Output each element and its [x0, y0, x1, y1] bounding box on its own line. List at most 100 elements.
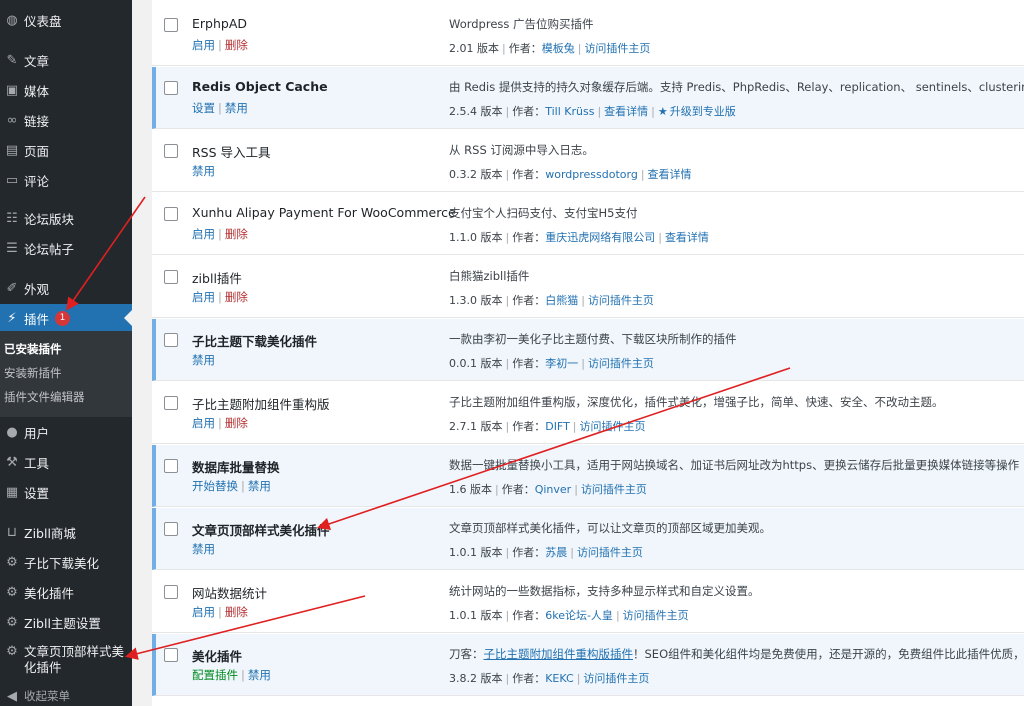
sidebar-item-13[interactable]: ⊔ Zibll商城: [0, 518, 132, 546]
plugin-action-link[interactable]: 启用: [192, 38, 215, 52]
sidebar-item-label: 美化插件: [24, 585, 75, 601]
sidebar-item-9[interactable]: ⚡ 插件 1: [0, 304, 132, 332]
plugin-meta-link[interactable]: 升级到专业版: [670, 105, 736, 118]
plugin-meta-link[interactable]: 访问插件主页: [577, 546, 643, 559]
plugin-author-link[interactable]: DIFT: [545, 420, 570, 433]
plugin-version: 0.0.1 版本: [449, 357, 503, 370]
plugin-meta-link[interactable]: 查看详情: [604, 105, 648, 118]
plugin-action-link[interactable]: 禁用: [225, 101, 248, 115]
plugin-meta: 1.0.1 版本 | 作者：6ke论坛-人皇 | 访问插件主页: [449, 607, 689, 623]
plugin-author-link[interactable]: 李初一: [545, 357, 578, 370]
sidebar-item-3[interactable]: ∞ 链接: [0, 106, 132, 134]
author-label: 作者：: [512, 357, 546, 370]
plugin-name: 文章页顶部样式美化插件: [192, 523, 330, 538]
plugin-author-link[interactable]: KEKC: [545, 672, 573, 685]
plugin-row: 数据库批量替换 开始替换 | 禁用 数据一键批量替换小工具，适用于网站换域名、加证书后网…: [152, 445, 1024, 507]
plugin-checkbox[interactable]: [164, 333, 178, 347]
plugin-checkbox[interactable]: [164, 648, 178, 662]
plugin-meta-link[interactable]: 访问插件主页: [588, 294, 654, 307]
plugin-checkbox[interactable]: [164, 585, 178, 599]
plugin-meta-link[interactable]: 访问插件主页: [588, 357, 654, 370]
plugin-action-link[interactable]: 启用: [192, 290, 215, 304]
plugin-row: 子比主题下载美化插件 禁用 一款由李初一美化子比主题付费、下载区块所制作的插件 0.0…: [152, 319, 1024, 381]
separator: |: [505, 294, 510, 307]
plugin-action-link[interactable]: 禁用: [192, 164, 215, 178]
sidebar-item-5[interactable]: ▭ 评论: [0, 166, 132, 194]
plugin-icon: ⚡: [7, 310, 17, 326]
sidebar-item-4[interactable]: ▤ 页面: [0, 136, 132, 164]
plugin-checkbox[interactable]: [164, 522, 178, 536]
sidebar-item-2[interactable]: ▣ 媒体: [0, 76, 132, 104]
plugin-action-link[interactable]: 删除: [225, 290, 248, 304]
plugin-checkbox[interactable]: [164, 207, 178, 221]
separator: |: [495, 483, 499, 496]
plugin-action-link[interactable]: 删除: [225, 416, 248, 430]
plugin-action-link[interactable]: 启用: [192, 416, 215, 430]
plugin-checkbox[interactable]: [164, 81, 178, 95]
plugin-meta: 1.1.0 版本 | 作者：重庆迅虎网络有限公司 | 查看详情: [449, 229, 709, 245]
sidebar-item-17[interactable]: ⚙ 文章页顶部样式美化插件: [0, 640, 132, 680]
plugin-author-link[interactable]: 白熊猫: [545, 294, 578, 307]
plugin-author-link[interactable]: 苏晨: [545, 546, 567, 559]
plugin-meta-link[interactable]: 查看详情: [648, 168, 692, 181]
plugin-author-link[interactable]: Till Krüss: [545, 105, 594, 118]
sidebar-item-7[interactable]: ☰ 论坛帖子: [0, 234, 132, 262]
sidebar-item-label: Zibll主题设置: [24, 615, 101, 631]
separator: |: [505, 546, 510, 559]
plugin-checkbox[interactable]: [164, 270, 178, 284]
plugin-meta-link[interactable]: 访问插件主页: [623, 609, 689, 622]
plugin-action-link[interactable]: 禁用: [192, 353, 215, 367]
sidebar-item-14[interactable]: ⚙ 子比下载美化: [0, 548, 132, 576]
sidebar-item-label: 文章: [24, 53, 50, 69]
plugin-checkbox[interactable]: [164, 459, 178, 473]
sidebar-item-11[interactable]: ⚒ 工具: [0, 448, 132, 476]
plugin-action-link[interactable]: 禁用: [192, 542, 215, 556]
submenu-item-1[interactable]: 安装新插件: [4, 365, 62, 381]
collapse-menu-button[interactable]: ◀ 收起菜单: [0, 682, 132, 706]
sidebar-item-6[interactable]: ☷ 论坛版块: [0, 204, 132, 232]
separator: |: [218, 290, 222, 304]
plugin-meta: 2.7.1 版本 | 作者：DIFT | 访问插件主页: [449, 418, 646, 434]
plugin-action-link[interactable]: 禁用: [248, 479, 271, 493]
author-label: 作者：: [512, 672, 546, 685]
plugin-checkbox[interactable]: [164, 396, 178, 410]
plugin-meta-link[interactable]: 访问插件主页: [583, 672, 649, 685]
sidebar-item-label: 仪表盘: [24, 13, 62, 29]
plugin-actions: 配置插件 | 禁用: [192, 667, 271, 683]
plugin-action-link[interactable]: 删除: [225, 605, 248, 619]
sidebar-item-12[interactable]: ▦ 设置: [0, 478, 132, 506]
sidebar-item-8[interactable]: ✐ 外观: [0, 274, 132, 302]
plugin-action-link[interactable]: 删除: [225, 227, 248, 241]
plugin-author-link[interactable]: 模板兔: [542, 42, 575, 55]
plugin-action-link[interactable]: 启用: [192, 605, 215, 619]
plugin-meta-link[interactable]: 访问插件主页: [581, 483, 647, 496]
plugin-author-link[interactable]: Qinver: [535, 483, 572, 496]
plugin-meta-link[interactable]: 访问插件主页: [580, 420, 646, 433]
sidebar-item-16[interactable]: ⚙ Zibll主题设置: [0, 608, 132, 636]
dashboard-icon: ◍: [6, 12, 18, 28]
sidebar-item-15[interactable]: ⚙ 美化插件: [0, 578, 132, 606]
sidebar-item-0[interactable]: ◍ 仪表盘: [0, 6, 132, 34]
plugin-action-link[interactable]: 删除: [225, 38, 248, 52]
plugin-action-link[interactable]: 禁用: [248, 668, 271, 682]
plugin-action-link[interactable]: 开始替换: [192, 479, 238, 493]
plugin-meta-link[interactable]: 访问插件主页: [584, 42, 650, 55]
plugin-checkbox[interactable]: [164, 18, 178, 32]
plugin-action-link[interactable]: 启用: [192, 227, 215, 241]
plugin-author-link[interactable]: 重庆迅虎网络有限公司: [545, 231, 655, 244]
plugin-action-link[interactable]: 设置: [192, 101, 215, 115]
description-link[interactable]: 子比主题附加组件重构版插件: [484, 647, 634, 661]
plugin-author-link[interactable]: 6ke论坛-人皇: [545, 609, 613, 622]
plugin-action-link[interactable]: 配置插件: [192, 668, 238, 682]
plugin-author-link[interactable]: wordpressdotorg: [545, 168, 638, 181]
submenu-item-0[interactable]: 已安装插件: [4, 341, 62, 357]
plugin-meta-link[interactable]: 查看详情: [665, 231, 709, 244]
settings-icon: ▦: [5, 484, 19, 500]
sidebar-item-10[interactable]: ● 用户: [0, 418, 132, 446]
plugin-checkbox[interactable]: [164, 144, 178, 158]
comment-icon: ▭: [5, 172, 19, 188]
plugins-submenu: 已安装插件安装新插件插件文件编辑器: [0, 331, 132, 417]
submenu-item-2[interactable]: 插件文件编辑器: [4, 389, 85, 405]
sidebar-item-1[interactable]: ✎ 文章: [0, 46, 132, 74]
plugin-version: 2.5.4 版本: [449, 105, 503, 118]
